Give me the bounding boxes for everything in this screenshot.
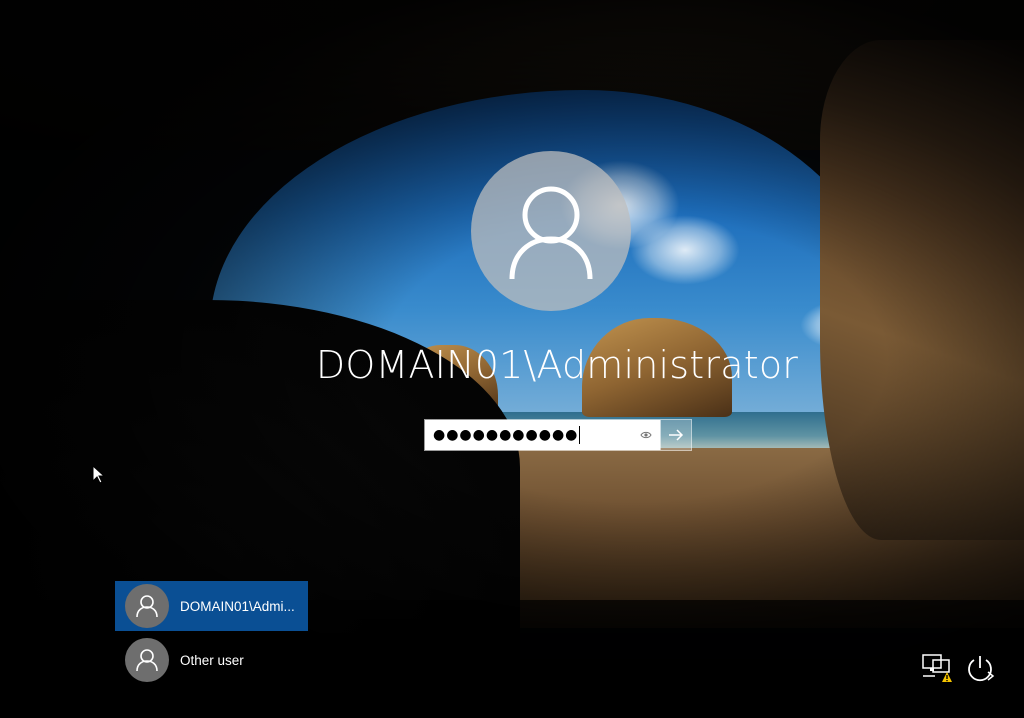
lock-screen: DOMAIN01\Administrator ●●●●●●●●●●● DOMAI… bbox=[0, 0, 1024, 718]
user-tile-other-user[interactable]: Other user bbox=[115, 635, 308, 685]
user-list: DOMAIN01\Admi... Other user bbox=[115, 581, 315, 689]
password-input[interactable]: ●●●●●●●●●●● bbox=[425, 420, 660, 450]
avatar bbox=[125, 584, 169, 628]
user-icon bbox=[509, 186, 593, 280]
user-avatar bbox=[471, 151, 631, 311]
power-icon[interactable] bbox=[964, 652, 996, 684]
user-icon bbox=[136, 649, 158, 672]
user-tile-administrator[interactable]: DOMAIN01\Admi... bbox=[115, 581, 308, 631]
account-name: DOMAIN01\Administrator bbox=[315, 343, 799, 387]
user-tile-label: DOMAIN01\Admi... bbox=[180, 598, 295, 614]
submit-button[interactable] bbox=[660, 420, 691, 450]
background-cloud bbox=[630, 215, 740, 285]
background-cave-wall bbox=[820, 40, 1024, 540]
avatar bbox=[125, 638, 169, 682]
arrow-right-icon bbox=[669, 429, 684, 441]
network-warning-icon[interactable] bbox=[921, 652, 953, 684]
user-icon bbox=[136, 595, 158, 618]
mouse-cursor-icon bbox=[92, 465, 106, 484]
password-box: ●●●●●●●●●●● bbox=[424, 419, 692, 451]
password-value: ●●●●●●●●●●● bbox=[433, 427, 579, 443]
user-tile-label: Other user bbox=[180, 652, 244, 668]
eye-icon[interactable] bbox=[640, 429, 652, 441]
text-caret bbox=[579, 426, 581, 444]
